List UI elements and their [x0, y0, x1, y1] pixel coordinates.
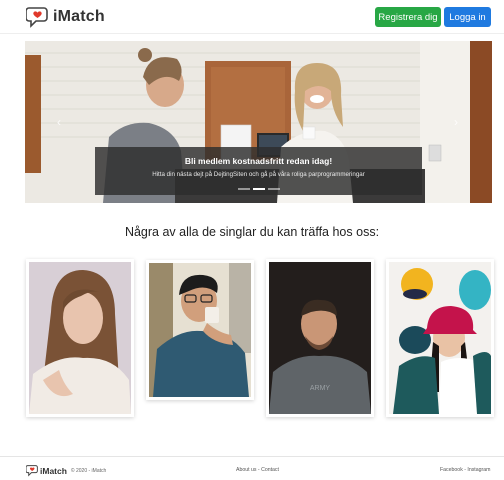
profile-card-1[interactable] [26, 259, 134, 417]
heart-chat-bubble-icon [26, 465, 38, 477]
woman-colorful-hats-photo [389, 262, 491, 414]
woman-white-sweater-photo [29, 262, 131, 414]
hero-carousel: ‹ › Bli medlem kostnadsfritt redan idag!… [25, 41, 492, 203]
heart-chat-bubble-icon [26, 7, 48, 28]
carousel-indicators [25, 188, 492, 190]
profile-card-3[interactable]: ARMY [266, 259, 374, 417]
chevron-right-icon[interactable]: › [450, 115, 462, 129]
footer-social-links[interactable]: Facebook - Instagram [440, 467, 490, 473]
footer-brand[interactable]: iMatch © 2020 - iMatch [26, 464, 106, 477]
footer-copyright: © 2020 - iMatch [70, 467, 107, 474]
register-button[interactable]: Registrera dig [375, 7, 441, 27]
profile-card-2[interactable] [146, 260, 254, 400]
top-navbar: iMatch Registrera dig Logga in [0, 0, 504, 34]
carousel-indicator-1[interactable] [237, 188, 250, 190]
singles-heading: Några av alla de singlar du kan träffa h… [124, 225, 380, 239]
man-drinking-coffee-photo [149, 263, 251, 397]
svg-text:ARMY: ARMY [310, 385, 331, 392]
carousel-indicator-3[interactable] [267, 188, 280, 190]
login-button[interactable]: Logga in [444, 7, 491, 27]
chevron-left-icon[interactable]: ‹ [53, 115, 65, 129]
carousel-indicator-2[interactable] [252, 188, 265, 190]
hero-caption-title: Bli medlem kostnadsfritt redan idag! [184, 156, 333, 166]
footer-about-contact-links[interactable]: About us - Contact [236, 467, 279, 473]
profile-card-4[interactable] [386, 259, 494, 417]
hero-caption-text: Hitta din nästa dejt på DejtingSiten och… [152, 171, 365, 178]
footer-brand-name: iMatch [40, 465, 67, 476]
page-footer: iMatch © 2020 - iMatch About us - Contac… [0, 456, 504, 480]
man-grey-tshirt-photo: ARMY [269, 262, 371, 414]
brand-name: iMatch [53, 8, 105, 25]
brand-logo[interactable]: iMatch [26, 5, 105, 29]
